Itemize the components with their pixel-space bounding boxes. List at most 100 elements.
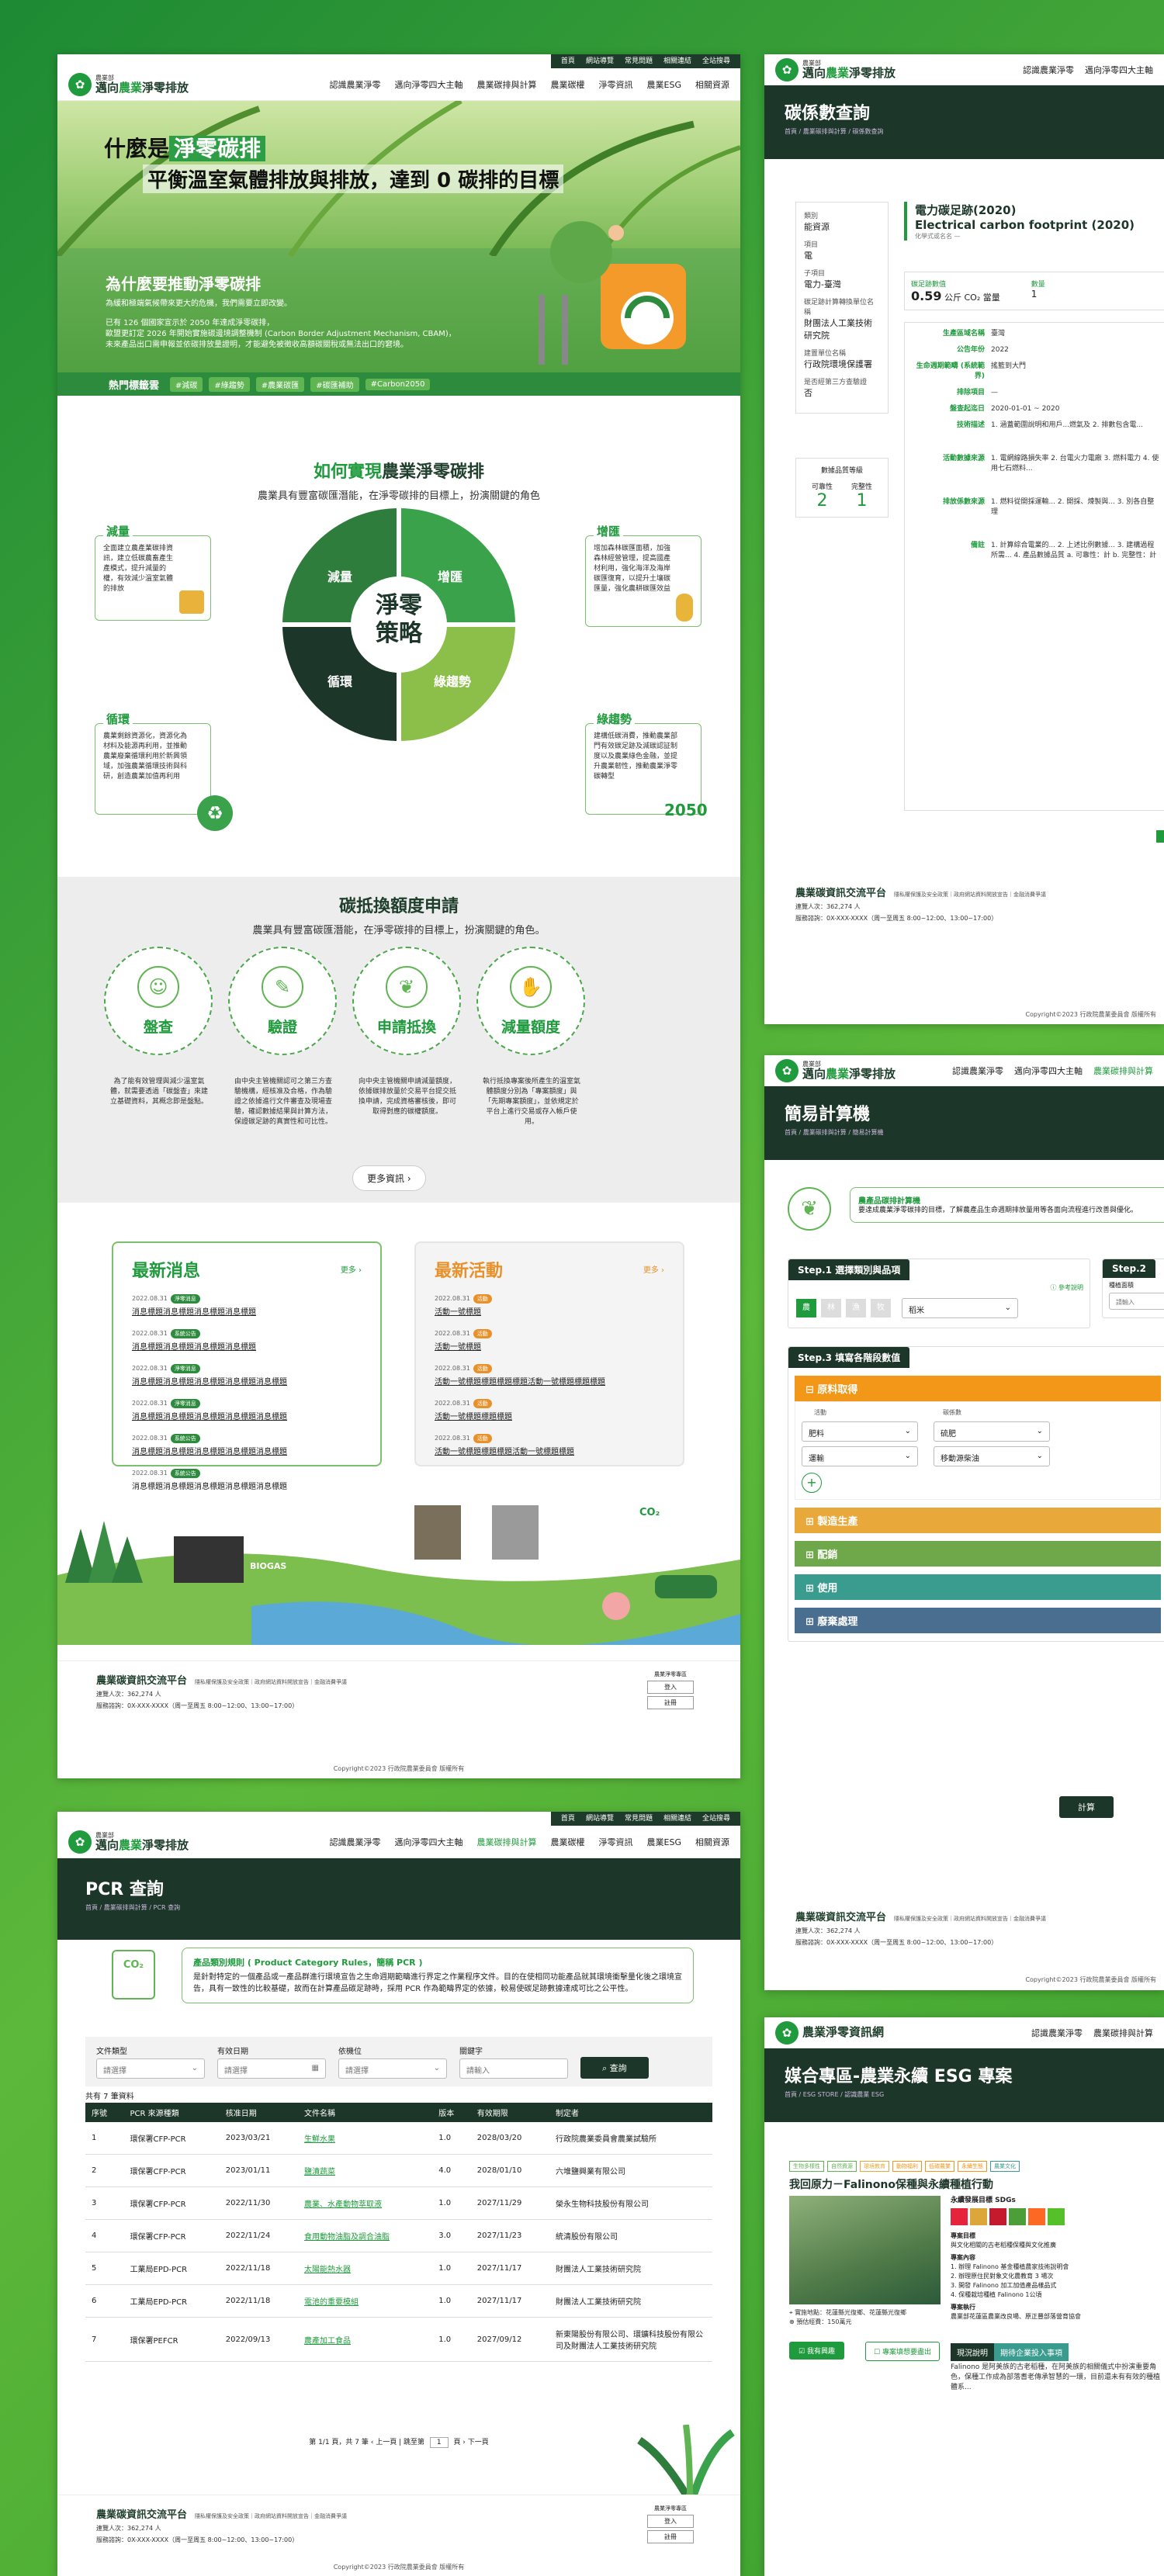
topnav-faq[interactable]: 常見問題: [619, 54, 658, 68]
stage-distribution[interactable]: ⊞ 配銷: [795, 1541, 1161, 1567]
topnav-home[interactable]: 首頁: [556, 54, 580, 68]
breadcrumb[interactable]: 首頁 / ESG STORE / 認識農業 ESG: [785, 2090, 1144, 2099]
topnav-links[interactable]: 相關連結: [658, 1812, 697, 1826]
site-logo[interactable]: ✿ 農業淨零資訊網: [775, 2020, 884, 2045]
table-row[interactable]: 2 環保署CFP-PCR 2023/01/11 鹽漬蔬菜 4.0 2028/01/10 六堆…: [85, 2154, 712, 2187]
more-info-button[interactable]: 更多資訊 ›: [352, 1165, 426, 1191]
quad-reduce[interactable]: 減量: [327, 566, 352, 585]
factor-select[interactable]: 硫肥 ⌄: [934, 1421, 1050, 1442]
esg-filter-tag[interactable]: 低碳農業: [925, 2161, 954, 2172]
menu-item-about[interactable]: 認識農業淨零: [952, 1065, 1003, 1077]
submit-interest-button[interactable]: ☐ 專案填想要盡出: [865, 2342, 940, 2361]
step-verify[interactable]: ✎ 驗證: [228, 947, 337, 1055]
list-item[interactable]: 2022.08.31 系統公告 消息標題消息標題消息標題消息標題: [132, 1324, 362, 1352]
table-row[interactable]: 3 環保署CFP-PCR 2022/11/30 農業、水產動物萃取液 1.0 2027/1…: [85, 2186, 712, 2220]
quad-sink[interactable]: 增匯: [438, 566, 462, 585]
menu-item-netzero-info[interactable]: 淨零資訊: [599, 1836, 633, 1848]
next-page-link[interactable]: 頁 › 下一頁: [453, 2439, 488, 2446]
topnav-sitemap[interactable]: 網站導覽: [580, 54, 619, 68]
menu-item-emission-calc[interactable]: 農業碳排與計算: [477, 78, 537, 91]
page-select[interactable]: 1: [429, 2437, 449, 2448]
table-row[interactable]: 7 環保署PEFCR 2022/09/13 農產加工食品 1.0 2027/09/12 新東…: [85, 2317, 712, 2362]
quad-cycle[interactable]: 循環: [327, 671, 352, 690]
menu-item-carbon-rights[interactable]: 農業碳權: [551, 78, 585, 91]
breadcrumb[interactable]: 首頁 / 農業碳排與計算 / 碳係數查詢: [785, 127, 1144, 136]
category-tab-fishery[interactable]: 漁: [846, 1299, 866, 1317]
item-title[interactable]: 消息標題消息標題消息標題消息標題消息標題: [132, 1410, 362, 1421]
esg-filter-tag[interactable]: 動物福利: [892, 2161, 922, 2172]
item-title[interactable]: 活動一號標題: [435, 1305, 664, 1317]
site-logo[interactable]: ✿ 農業部 邁向農業淨零排放: [775, 57, 896, 81]
topnav-links[interactable]: 相關連結: [658, 54, 697, 68]
item-title[interactable]: 消息標題消息標題消息標題消息標題消息標題: [132, 1445, 362, 1456]
document-link[interactable]: 太陽能熱水器: [304, 2266, 351, 2274]
list-item[interactable]: 2022.08.31 活動 活動一號標題標題標題標題活動一號標題標題標題: [435, 1359, 664, 1387]
step-inventory[interactable]: ☺ 盤查: [104, 947, 213, 1055]
menu-item-emission-calc[interactable]: 農業碳排與計算: [1093, 1065, 1153, 1077]
hot-tag[interactable]: #碳匯補助: [310, 376, 359, 392]
document-link[interactable]: 食用動物油脂及調合油脂: [304, 2233, 390, 2242]
item-title[interactable]: 活動一號標題標題標題活動一號標題標題: [435, 1445, 664, 1456]
register-button[interactable]: 註冊: [647, 1696, 694, 1709]
footer-links[interactable]: 隱私權保護及安全政策｜政府網站資料開放宣告｜金融消費爭議: [195, 2513, 347, 2519]
list-item[interactable]: 2022.08.31 淨零消息 消息標題消息標題消息標題消息標題消息標題: [132, 1359, 362, 1387]
document-link[interactable]: 生鮮水果: [304, 2135, 335, 2144]
events-more-link[interactable]: 更多 ›: [643, 1263, 664, 1275]
esg-filter-tag[interactable]: 環境教育: [860, 2161, 889, 2172]
menu-item-about[interactable]: 認識農業淨零: [1023, 64, 1074, 76]
back-to-top-button[interactable]: [1156, 830, 1164, 843]
menu-item-netzero-info[interactable]: 淨零資訊: [599, 78, 633, 91]
menu-item-resources[interactable]: 相關資源: [695, 1836, 729, 1848]
list-item[interactable]: 2022.08.31 系統公告 消息標題消息標題消息標題消息標題消息標題: [132, 1463, 362, 1491]
activity-select[interactable]: 肥料 ⌄: [802, 1421, 918, 1442]
list-item[interactable]: 2022.08.31 活動 活動一號標題標題標題: [435, 1394, 664, 1421]
news-more-link[interactable]: 更多 ›: [341, 1263, 362, 1275]
table-cell[interactable]: 生鮮水果: [297, 2122, 433, 2155]
hot-tag[interactable]: #減碳: [170, 376, 203, 392]
table-row[interactable]: 1 環保署CFP-PCR 2023/03/21 生鮮水果 1.0 2028/03/20 行政…: [85, 2122, 712, 2155]
stage-use[interactable]: ⊞ 使用: [795, 1574, 1161, 1600]
menu-item-esg[interactable]: 農業ESG: [647, 1836, 681, 1848]
table-cell[interactable]: 電池的重要模組: [297, 2284, 433, 2318]
menu-item-emission-calc[interactable]: 農業碳排與計算: [477, 1836, 537, 1848]
search-button[interactable]: ⌕ 查詢: [580, 2057, 649, 2079]
topnav-search[interactable]: 全站搜尋: [697, 1812, 736, 1826]
item-title[interactable]: 消息標題消息標題消息標題消息標題: [132, 1340, 362, 1352]
menu-item-four-axes[interactable]: 邁向淨零四大主軸: [395, 1836, 463, 1848]
step-apply[interactable]: ❦ 申請抵換: [352, 947, 461, 1055]
category-tab-farm[interactable]: 農: [796, 1299, 816, 1317]
list-item[interactable]: 2022.08.31 淨零消息 消息標題消息標題消息標題消息標題: [132, 1289, 362, 1317]
category-tab-livestock[interactable]: 牧: [871, 1299, 891, 1317]
footer-links[interactable]: 隱私權保護及安全政策｜政府網站資料開放宣告｜金融消費爭議: [894, 1916, 1046, 1922]
factor-select[interactable]: 移動源柴油 ⌄: [934, 1446, 1050, 1466]
site-logo[interactable]: ✿ 農業部 邁向農業淨零排放: [775, 1058, 896, 1082]
tab-status[interactable]: 現況說明: [951, 2343, 994, 2361]
table-row[interactable]: 5 工業局EPD-PCR 2022/11/18 太陽能熱水器 1.0 2027/11/17…: [85, 2252, 712, 2285]
document-link[interactable]: 電池的重要模組: [304, 2298, 359, 2307]
list-item[interactable]: 2022.08.31 活動 活動一號標題標題標題活動一號標題標題: [435, 1428, 664, 1456]
document-link[interactable]: 農產加工食品: [304, 2337, 351, 2346]
menu-item-about[interactable]: 認識農業淨零: [330, 1836, 381, 1848]
item-title[interactable]: 消息標題消息標題消息標題消息標題消息標題: [132, 1375, 362, 1387]
menu-item-emission-calc[interactable]: 農業碳排與計算: [1093, 2027, 1153, 2039]
site-logo[interactable]: ✿ 農業部 邁向農業淨零排放: [68, 1830, 189, 1854]
menu-item-about[interactable]: 認識農業淨零: [1031, 2027, 1083, 2039]
list-item[interactable]: 2022.08.31 活動 活動一號標題: [435, 1324, 664, 1352]
login-button[interactable]: 登入: [647, 2515, 694, 2528]
item-title[interactable]: 活動一號標題標題標題標題活動一號標題標題標題: [435, 1375, 664, 1387]
interest-button[interactable]: ☑ 我有興趣: [789, 2342, 844, 2360]
filter-org-select[interactable]: 請選擇 ⌄: [338, 2058, 447, 2079]
item-title[interactable]: 活動一號標題標題標題: [435, 1410, 664, 1421]
footer-links[interactable]: 隱私權保護及安全政策｜政府網站資料開放宣告｜金融消費爭議: [894, 892, 1046, 898]
item-select[interactable]: 稻米 ⌄: [902, 1298, 1018, 1318]
topnav-sitemap[interactable]: 網站導覽: [580, 1812, 619, 1826]
item-title[interactable]: 活動一號標題: [435, 1340, 664, 1352]
login-button[interactable]: 登入: [647, 1681, 694, 1694]
menu-item-about[interactable]: 認識農業淨零: [330, 78, 381, 91]
table-cell[interactable]: 太陽能熱水器: [297, 2252, 433, 2285]
menu-item-esg[interactable]: 農業ESG: [647, 78, 681, 91]
hot-tag[interactable]: #綠趨勢: [209, 376, 250, 392]
hot-tag[interactable]: #農業碳匯: [255, 376, 305, 392]
topnav-home[interactable]: 首頁: [556, 1812, 580, 1826]
list-item[interactable]: 2022.08.31 活動 活動一號標題: [435, 1289, 664, 1317]
